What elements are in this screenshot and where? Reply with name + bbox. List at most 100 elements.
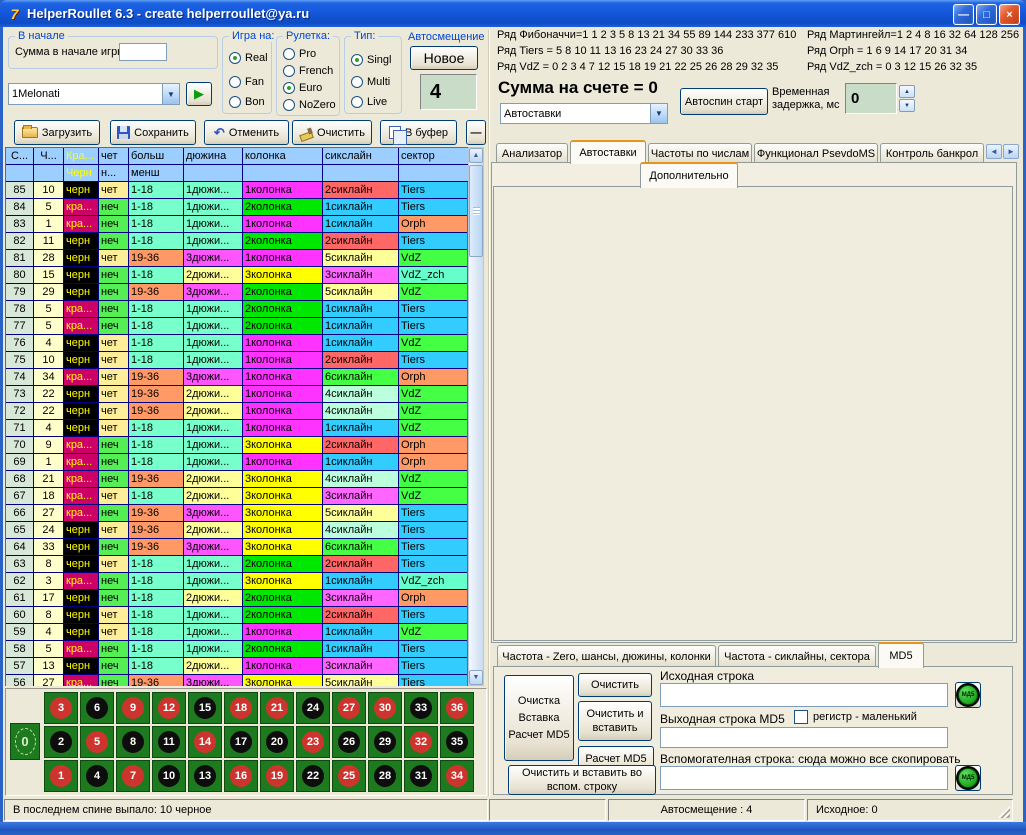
radio-Pro[interactable]: Pro bbox=[283, 47, 316, 61]
board-cell-7[interactable]: 7 bbox=[116, 760, 150, 792]
md5-big-button[interactable]: Очистка Вставка Расчет MD5 bbox=[504, 675, 574, 761]
maximize-button[interactable]: □ bbox=[976, 4, 997, 25]
tab-bottom-3[interactable]: MD5 bbox=[878, 642, 924, 668]
board-cell-31[interactable]: 31 bbox=[404, 760, 438, 792]
board-cell-3[interactable]: 3 bbox=[44, 692, 78, 724]
tab-sub-3[interactable]: Дополнительно bbox=[640, 162, 738, 188]
board-cell-24[interactable]: 24 bbox=[296, 692, 330, 724]
spinner-down-icon[interactable]: ▼ bbox=[899, 99, 915, 112]
cell: 3дюжи... bbox=[184, 284, 243, 301]
tab-main-1[interactable]: Анализатор bbox=[496, 143, 568, 163]
radio-French[interactable]: French bbox=[283, 64, 333, 78]
scroll-up-icon[interactable]: ▲ bbox=[469, 148, 483, 163]
board-cell-9[interactable]: 9 bbox=[116, 692, 150, 724]
title-bar[interactable]: 7 HelperRoullet 6.3 - create helperroull… bbox=[0, 0, 1026, 27]
close-button[interactable]: × bbox=[999, 4, 1020, 25]
cell: черн bbox=[64, 352, 99, 369]
md5-source-button[interactable]: МД5 bbox=[955, 682, 981, 708]
board-cell-14[interactable]: 14 bbox=[188, 726, 222, 758]
board-cell-12[interactable]: 12 bbox=[152, 692, 186, 724]
board-cell-30[interactable]: 30 bbox=[368, 692, 402, 724]
radio-Multi[interactable]: Multi bbox=[351, 75, 390, 89]
board-cell-6[interactable]: 6 bbox=[80, 692, 114, 724]
md5-aux-button[interactable]: МД5 bbox=[955, 765, 981, 791]
minimize-panel-button[interactable]: — bbox=[466, 120, 486, 145]
radio-Bon[interactable]: Bon bbox=[229, 95, 265, 109]
board-cell-21[interactable]: 21 bbox=[260, 692, 294, 724]
board-cell-4[interactable]: 4 bbox=[80, 760, 114, 792]
md5-clear-paste-aux-button[interactable]: Очистить и вставить во вспом. строку bbox=[508, 765, 656, 795]
board-cell-0[interactable]: 0 bbox=[10, 723, 40, 760]
scroll-down-icon[interactable]: ▼ bbox=[469, 670, 483, 685]
autospin-start-button[interactable]: Автоспин старт bbox=[680, 88, 768, 115]
board-cell-32[interactable]: 32 bbox=[404, 726, 438, 758]
undo-button[interactable]: ↶Отменить bbox=[204, 120, 289, 145]
board-cell-29[interactable]: 29 bbox=[368, 726, 402, 758]
board-cell-5[interactable]: 5 bbox=[80, 726, 114, 758]
new-button[interactable]: Новое bbox=[410, 46, 478, 70]
copy-button[interactable]: В буфер bbox=[380, 120, 457, 145]
radio-Euro[interactable]: Euro bbox=[283, 81, 322, 95]
board-cell-18[interactable]: 18 bbox=[224, 692, 258, 724]
register-checkbox[interactable]: регистр - маленький bbox=[794, 710, 917, 724]
tab-bottom-2[interactable]: Частота - сиклайны, сектора bbox=[718, 645, 876, 667]
history-scrollbar[interactable]: ▲ ▼ bbox=[468, 147, 484, 686]
radio-Real[interactable]: Real bbox=[229, 51, 268, 65]
radio-Live[interactable]: Live bbox=[351, 95, 387, 109]
tab-main-2[interactable]: Автоставки bbox=[570, 140, 646, 164]
board-cell-8[interactable]: 8 bbox=[116, 726, 150, 758]
md5-source-input[interactable] bbox=[660, 683, 948, 707]
spinner-up-icon[interactable]: ▲ bbox=[899, 85, 915, 98]
board-cell-23[interactable]: 23 bbox=[296, 726, 330, 758]
tab-scroll-left-icon[interactable]: ◄ bbox=[986, 144, 1002, 159]
save-button[interactable]: Сохранить bbox=[110, 120, 196, 145]
board-cell-25[interactable]: 25 bbox=[332, 760, 366, 792]
board-cell-34[interactable]: 34 bbox=[440, 760, 474, 792]
tab-main-5[interactable]: Контроль банкрол bbox=[880, 143, 984, 163]
radio-NoZero[interactable]: NoZero bbox=[283, 98, 336, 112]
board-cell-28[interactable]: 28 bbox=[368, 760, 402, 792]
board-cell-35[interactable]: 35 bbox=[440, 726, 474, 758]
board-cell-10[interactable]: 10 bbox=[152, 760, 186, 792]
board-cell-11[interactable]: 11 bbox=[152, 726, 186, 758]
tab-main-3[interactable]: Частоты по числам bbox=[648, 143, 752, 163]
board-cell-26[interactable]: 26 bbox=[332, 726, 366, 758]
clean-button[interactable]: Очистить bbox=[292, 120, 372, 145]
tab-main-4[interactable]: Функционал PsevdoMS bbox=[754, 143, 878, 163]
chevron-down-icon[interactable]: ▼ bbox=[650, 104, 667, 123]
board-cell-16[interactable]: 16 bbox=[224, 760, 258, 792]
md5-clear-button[interactable]: Очистить bbox=[578, 673, 652, 697]
md5-out-input[interactable] bbox=[660, 727, 948, 748]
board-cell-19[interactable]: 19 bbox=[260, 760, 294, 792]
minimize-button[interactable]: — bbox=[953, 4, 974, 25]
board-cell-2[interactable]: 2 bbox=[44, 726, 78, 758]
series-fibonacci: Ряд Фибоначчи=1 1 2 3 5 8 13 21 34 55 89… bbox=[497, 29, 796, 41]
resize-grip[interactable] bbox=[998, 806, 1010, 818]
cell: 65 bbox=[6, 522, 34, 539]
cell: 1колонка bbox=[243, 403, 323, 420]
board-cell-13[interactable]: 13 bbox=[188, 760, 222, 792]
radio-Singl[interactable]: Singl bbox=[351, 53, 391, 67]
tab-bottom-1[interactable]: Частота - Zero, шансы, дюжины, колонки bbox=[497, 645, 716, 667]
folder-open-button[interactable]: Загрузить bbox=[14, 120, 100, 145]
start-sum-input[interactable] bbox=[119, 43, 167, 61]
board-cell-36[interactable]: 36 bbox=[440, 692, 474, 724]
radio-Fan[interactable]: Fan bbox=[229, 75, 264, 89]
header-cell bbox=[184, 165, 243, 182]
delay-spinner[interactable]: 0 ▲ ▼ bbox=[845, 83, 915, 114]
board-cell-22[interactable]: 22 bbox=[296, 760, 330, 792]
profile-combo[interactable]: 1Melonati ▼ bbox=[8, 83, 180, 105]
chevron-down-icon[interactable]: ▼ bbox=[162, 84, 179, 104]
md5-aux-input[interactable] bbox=[660, 766, 948, 790]
board-cell-15[interactable]: 15 bbox=[188, 692, 222, 724]
md5-clear-paste-button[interactable]: Очистить и вставить bbox=[578, 701, 652, 741]
bets-combo[interactable]: Автоставки ▼ bbox=[500, 103, 668, 124]
tab-scroll-right-icon[interactable]: ► bbox=[1003, 144, 1019, 159]
board-cell-20[interactable]: 20 bbox=[260, 726, 294, 758]
board-cell-1[interactable]: 1 bbox=[44, 760, 78, 792]
board-cell-33[interactable]: 33 bbox=[404, 692, 438, 724]
board-cell-17[interactable]: 17 bbox=[224, 726, 258, 758]
play-button[interactable]: ▶ bbox=[186, 82, 212, 106]
history-scrollbar-thumb[interactable] bbox=[469, 165, 483, 257]
board-cell-27[interactable]: 27 bbox=[332, 692, 366, 724]
